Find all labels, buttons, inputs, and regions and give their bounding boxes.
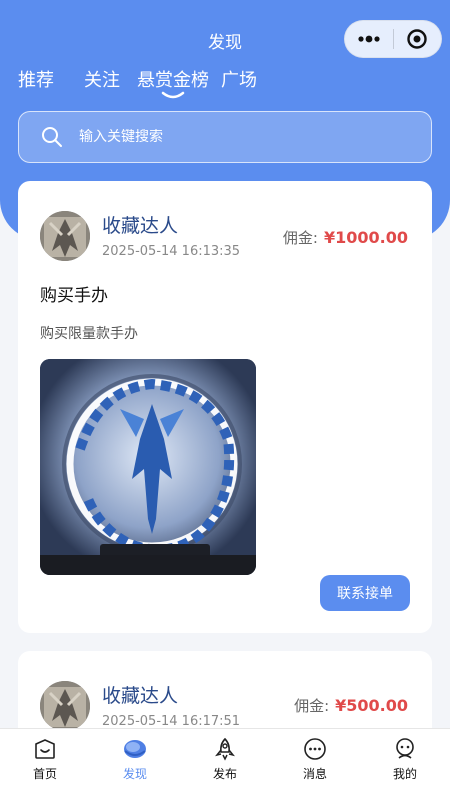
tab-recommend[interactable]: 推荐 (18, 66, 54, 92)
home-icon (35, 739, 55, 759)
search-icon (42, 127, 62, 147)
post-description: 购买限量款手办 (40, 326, 138, 342)
profile-icon (396, 738, 414, 759)
post-title: 购买手办 (40, 286, 108, 306)
reward-label: 佣金: (294, 697, 330, 715)
tabbar-messages[interactable]: 消息 (270, 729, 360, 800)
tabbar-messages-label: 消息 (302, 767, 327, 781)
bounty-card[interactable]: 收藏达人 2025-05-14 16:13:35 佣金: ¥1000.00 购买手… (18, 181, 432, 633)
avatar-image (40, 681, 90, 731)
user-name[interactable]: 收藏达人 (102, 211, 178, 238)
tabbar-profile-label: 我的 (392, 767, 417, 781)
reward-label: 佣金: (282, 229, 318, 247)
tabbar-home-label: 首页 (32, 767, 57, 781)
more-dots-icon (358, 35, 380, 43)
tab-bounty-board[interactable]: 悬赏金榜 (137, 66, 209, 99)
search-input[interactable] (79, 129, 379, 145)
avatar[interactable] (40, 211, 90, 261)
reward: 佣金: ¥1000.00 (283, 227, 408, 248)
figure-photo (40, 359, 256, 575)
reward-amount: ¥500.00 (335, 696, 408, 715)
post-time: 2025-05-14 16:13:35 (102, 244, 241, 259)
reward-amount: ¥1000.00 (323, 228, 408, 247)
tab-bounty-board-label: 悬赏金榜 (137, 70, 209, 91)
post-image[interactable] (40, 359, 256, 575)
tab-active-indicator (161, 91, 185, 99)
tab-follow[interactable]: 关注 (84, 66, 120, 92)
reward: 佣金: ¥500.00 (294, 695, 408, 716)
post-time: 2025-05-14 16:17:51 (102, 714, 241, 729)
discover-icon (124, 740, 146, 758)
more-button[interactable] (345, 21, 393, 57)
tabbar-publish-label: 发布 (212, 767, 237, 781)
tab-square[interactable]: 广场 (221, 66, 257, 92)
category-tabs: 推荐 关注 悬赏金榜 广场 (0, 66, 450, 106)
target-close-icon (407, 29, 427, 49)
contact-order-button[interactable]: 联系接单 (320, 575, 410, 611)
message-icon (304, 738, 326, 760)
user-name[interactable]: 收藏达人 (102, 681, 178, 708)
avatar-image (40, 211, 90, 261)
tabbar-discover-label: 发现 (122, 767, 147, 781)
tabbar-home[interactable]: 首页 (0, 729, 90, 800)
tabbar-discover[interactable]: 发现 (90, 729, 180, 800)
bottom-tab-bar: 首页 发现 发布 消息 我的 (0, 728, 450, 800)
tabbar-profile[interactable]: 我的 (360, 729, 450, 800)
tabbar-publish[interactable]: 发布 (180, 729, 270, 800)
search-bar[interactable] (18, 111, 432, 163)
close-button[interactable] (394, 21, 442, 57)
rocket-icon (215, 737, 235, 761)
avatar[interactable] (40, 681, 90, 731)
mini-program-capsule (344, 20, 442, 58)
